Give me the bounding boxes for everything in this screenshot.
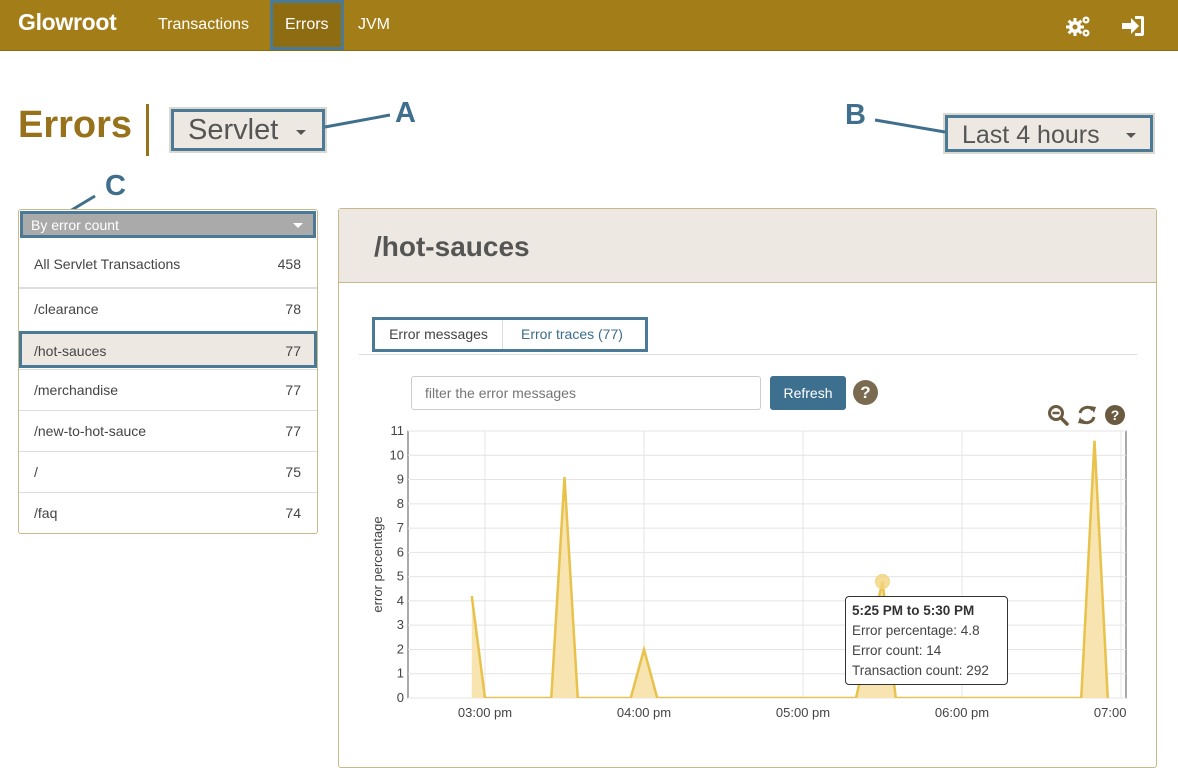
transaction-row[interactable]: /new-to-hot-sauce 77 xyxy=(19,410,317,451)
x-tick-label: 05:00 pm xyxy=(776,705,830,720)
transaction-title: /hot-sauces xyxy=(374,231,530,262)
error-count: 77 xyxy=(285,343,301,359)
error-count: 77 xyxy=(285,382,301,398)
transaction-row[interactable]: /faq 74 xyxy=(19,492,317,533)
transaction-name: /merchandise xyxy=(34,382,119,398)
x-tick-label: 04:00 pm xyxy=(617,705,671,720)
error-count: 78 xyxy=(285,301,301,317)
error-count: 74 xyxy=(285,505,301,521)
transaction-row-all[interactable]: All Servlet Transactions 458 xyxy=(19,244,317,285)
tabs: Error messages Error traces (77) xyxy=(372,317,648,352)
transaction-name: All Servlet Transactions xyxy=(34,256,181,272)
tooltip-line: Error count: 14 xyxy=(852,643,942,658)
tab-error-messages[interactable]: Error messages xyxy=(375,320,503,349)
y-tick-label: 4 xyxy=(397,593,404,608)
chevron-down-icon xyxy=(293,223,303,228)
transaction-row[interactable]: /clearance 78 xyxy=(19,287,317,328)
tooltip-title: 5:25 PM to 5:30 PM xyxy=(852,603,975,618)
sort-value: By error count xyxy=(31,217,119,233)
y-tick-label: 0 xyxy=(397,690,404,705)
y-tick-label: 6 xyxy=(397,544,404,559)
y-tick-label: 3 xyxy=(397,617,404,632)
transaction-list-panel: By error count All Servlet Transactions … xyxy=(18,209,318,534)
plot-area xyxy=(407,430,1127,699)
tooltip-line: Transaction count: 292 xyxy=(852,663,989,678)
y-axis-label: error percentage xyxy=(370,516,385,612)
highlighted-point xyxy=(875,573,890,589)
y-tick-label: 2 xyxy=(397,641,404,656)
y-tick-label: 8 xyxy=(397,496,404,511)
tab-error-traces[interactable]: Error traces (77) xyxy=(521,320,623,349)
transaction-row[interactable]: /merchandise 77 xyxy=(19,369,317,410)
y-tick-label: 5 xyxy=(397,569,404,584)
transaction-name: /faq xyxy=(34,505,58,521)
transaction-row[interactable]: / 75 xyxy=(19,451,317,492)
error-count: 77 xyxy=(285,423,301,439)
chart-tooltip: 5:25 PM to 5:30 PM Error percentage: 4.8… xyxy=(845,596,1008,685)
callout-c: C xyxy=(105,170,126,202)
transaction-name: / xyxy=(34,464,38,480)
transaction-name: /hot-sauces xyxy=(34,343,107,359)
callout-b: B xyxy=(845,99,866,131)
x-tick-label: 03:00 pm xyxy=(458,705,512,720)
tooltip-line: Error percentage: 4.8 xyxy=(852,623,980,638)
error-count: 458 xyxy=(277,256,301,272)
y-tick-label: 1 xyxy=(397,666,404,681)
transaction-name: /new-to-hot-sauce xyxy=(34,423,147,439)
y-tick-label: 7 xyxy=(397,520,404,535)
callout-a: A xyxy=(395,97,416,129)
x-tick-label: 06:00 pm xyxy=(935,705,989,720)
tabs-divider xyxy=(359,354,1137,355)
x-tick-label: 07:00 pm xyxy=(1094,705,1128,720)
y-tick-label: 11 xyxy=(391,423,405,438)
panel-header: /hot-sauces xyxy=(339,209,1156,283)
sort-dropdown[interactable]: By error count xyxy=(20,211,316,238)
y-tick-label: 9 xyxy=(397,472,404,487)
transaction-name: /clearance xyxy=(34,301,99,317)
y-tick-label: 10 xyxy=(390,447,404,462)
error-percentage-chart: 0 1 2 3 4 5 6 7 8 9 10 11 03:00 pm 04:00 pm 05:00 pm 06… xyxy=(370,423,1128,720)
transaction-row-selected[interactable]: /hot-sauces 77 xyxy=(19,331,317,368)
error-count: 75 xyxy=(285,464,301,480)
